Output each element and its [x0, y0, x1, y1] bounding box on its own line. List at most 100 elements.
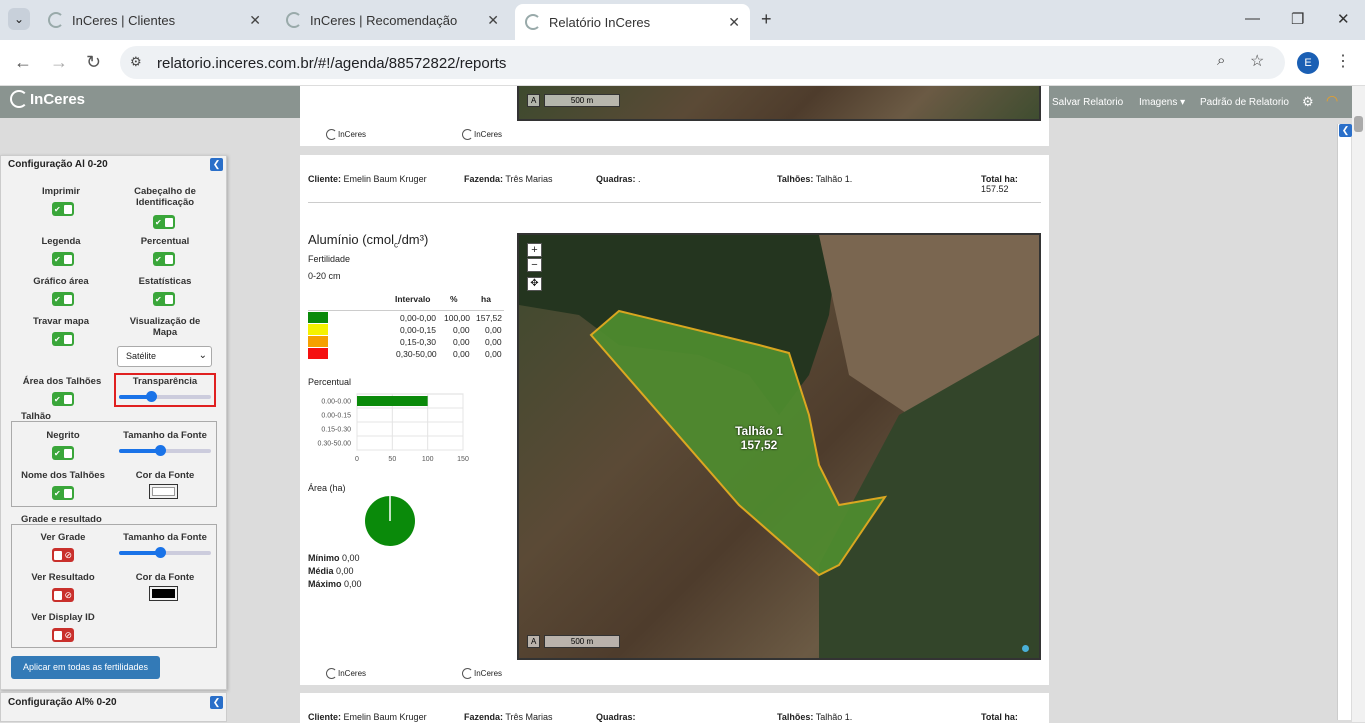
previous-map[interactable]: A 500 m [517, 86, 1041, 121]
tamanho-fonte2-label: Tamanho da Fonte [123, 532, 207, 543]
total-ha-info: Total ha: 157.52 [981, 174, 1018, 194]
back-icon[interactable]: ← [14, 52, 32, 73]
stat-min: Mínimo 0,00 [308, 553, 360, 563]
profile-avatar[interactable]: E [1297, 52, 1319, 74]
font-color-picker[interactable] [149, 484, 178, 499]
site-info-icon[interactable]: ⚙ [130, 54, 142, 70]
gear-icon[interactable]: ⚙ [1302, 94, 1314, 110]
nome-talhoes-toggle[interactable] [52, 486, 74, 500]
grafico-area-toggle[interactable] [52, 292, 74, 306]
new-tab-icon[interactable]: + [761, 9, 772, 30]
satellite-map[interactable]: + − ✥ Talhão 1 157,52 A 500 m [517, 233, 1041, 660]
talhoes-info: Talhões: Talhão 1. [777, 712, 853, 722]
fazenda-info: Fazenda: Três Marias [464, 712, 553, 722]
percent-bar-chart: 0 50 100 150 0.00-0.00 0.00-0.15 0.15-0.30 0.30… [318, 393, 469, 463]
minimize-icon[interactable]: — [1245, 10, 1260, 27]
visualizacao-mapa-label: Visualização de Mapa [129, 316, 201, 338]
images-menu-link[interactable]: Imagens ▾ [1139, 97, 1185, 108]
chevron-left-icon[interactable]: ❮ [210, 696, 223, 709]
zoom-out-button[interactable]: − [527, 258, 542, 272]
th-ha: ha [481, 294, 491, 304]
chevron-left-icon[interactable]: ❮ [210, 158, 223, 171]
bookmark-star-icon[interactable]: ☆ [1250, 51, 1264, 71]
reload-icon[interactable]: ↻ [86, 52, 101, 73]
legend-intervalo: 0,00-0,00 [400, 313, 436, 323]
y-tick-label: 0.00-0.15 [321, 413, 351, 420]
restore-icon[interactable]: ❐ [1291, 10, 1304, 28]
app-logo[interactable]: InCeres [10, 90, 85, 108]
transparencia-label: Transparência [132, 376, 198, 387]
imprimir-toggle[interactable] [52, 202, 74, 216]
stat-max: Máximo 0,00 [308, 579, 362, 589]
x-tick-label: 150 [457, 456, 469, 463]
chevron-down-icon: ⌄ [198, 350, 207, 361]
travar-mapa-toggle[interactable] [52, 332, 74, 346]
scale-bar: 500 m [544, 94, 620, 107]
legend-pct: 0,00 [453, 349, 470, 359]
grafico-area-label: Gráfico área [33, 276, 89, 287]
right-panel-edge: ❮ [1337, 124, 1352, 720]
legend-intervalo: 0,15-0,30 [400, 337, 436, 347]
legend-ha: 0,00 [485, 337, 502, 347]
slider-fill [119, 551, 161, 555]
url-text[interactable]: relatorio.inceres.com.br/#!/agenda/88572… [157, 55, 506, 72]
close-icon[interactable]: ✕ [487, 12, 499, 29]
y-tick-label: 0.00-0.00 [321, 399, 351, 406]
legend-pct: 0,00 [453, 337, 470, 347]
ver-resultado-toggle[interactable] [52, 588, 74, 602]
area-talhoes-toggle[interactable] [52, 392, 74, 406]
window-close-icon[interactable]: ✕ [1337, 10, 1350, 28]
tab-search-button[interactable]: ⌄ [8, 8, 30, 30]
estatisticas-toggle[interactable] [153, 292, 175, 306]
tab-label: Relatório InCeres [549, 14, 651, 30]
legend-swatch [308, 348, 328, 359]
tab-clientes[interactable]: InCeres | Clientes ✕ [48, 6, 263, 34]
percentual-label: Percentual [308, 377, 352, 387]
tamanho-fonte-slider[interactable] [119, 445, 211, 456]
zoom-in-button[interactable]: + [527, 243, 542, 257]
chevron-left-icon[interactable]: ❮ [1339, 124, 1352, 137]
transparencia-slider[interactable] [119, 391, 211, 402]
tamanho-fonte2-slider[interactable] [119, 547, 211, 558]
legend-intervalo: 0,30-50,00 [396, 349, 437, 359]
imprimir-label: Imprimir [41, 186, 80, 197]
legenda-toggle[interactable] [52, 252, 74, 266]
menu-icon[interactable]: ⋮ [1335, 51, 1351, 71]
divider [308, 310, 504, 311]
talhoes-info: Talhões: Talhão 1. [777, 174, 853, 184]
divider [308, 202, 1041, 203]
forward-icon[interactable]: → [50, 52, 68, 73]
footer-logo: InCeres [326, 668, 366, 679]
logo-icon [326, 129, 337, 140]
cabecalho-label: Cabeçalho de Identificação [134, 186, 196, 208]
nome-talhoes-label: Nome dos Talhões [21, 470, 105, 481]
cabecalho-toggle[interactable] [153, 215, 175, 229]
color-swatch [152, 589, 175, 598]
percentual-toggle[interactable] [153, 252, 175, 266]
zoom-icon[interactable]: ⌕ [1217, 52, 1225, 69]
cor-fonte-label: Cor da Fonte [135, 470, 195, 481]
north-arrow-icon: A [527, 635, 541, 648]
tab-relatorio[interactable]: Relatório InCeres ✕ [515, 4, 750, 40]
close-icon[interactable]: ✕ [728, 14, 740, 31]
quadras-info: Quadras: . [596, 174, 641, 184]
tab-recomendacao[interactable]: InCeres | Recomendação ✕ [286, 6, 501, 34]
map-type-select[interactable]: Satélite ⌄ [117, 346, 212, 367]
x-tick-label: 50 [388, 456, 396, 463]
ver-display-id-toggle[interactable] [52, 628, 74, 642]
pan-icon[interactable]: ✥ [527, 277, 542, 291]
page-scrollbar[interactable] [1352, 86, 1365, 722]
talhao-label: Talhão 1 157,52 [735, 424, 783, 452]
ver-grade-toggle[interactable] [52, 548, 74, 562]
negrito-label: Negrito [46, 430, 80, 441]
negrito-toggle[interactable] [52, 446, 74, 460]
font-color-picker[interactable] [149, 586, 178, 601]
quadras-info: Quadras: [596, 712, 636, 722]
scrollbar-thumb[interactable] [1354, 116, 1363, 132]
save-report-link[interactable]: Salvar Relatorio [1052, 97, 1123, 108]
config-title: Configuração Al 0-20 [8, 159, 108, 170]
tab-favicon-icon [525, 14, 541, 30]
apply-all-button[interactable]: Aplicar em todas as fertilidades [11, 656, 160, 679]
close-icon[interactable]: ✕ [249, 12, 261, 29]
report-pattern-link[interactable]: Padrão de Relatorio [1200, 97, 1289, 108]
